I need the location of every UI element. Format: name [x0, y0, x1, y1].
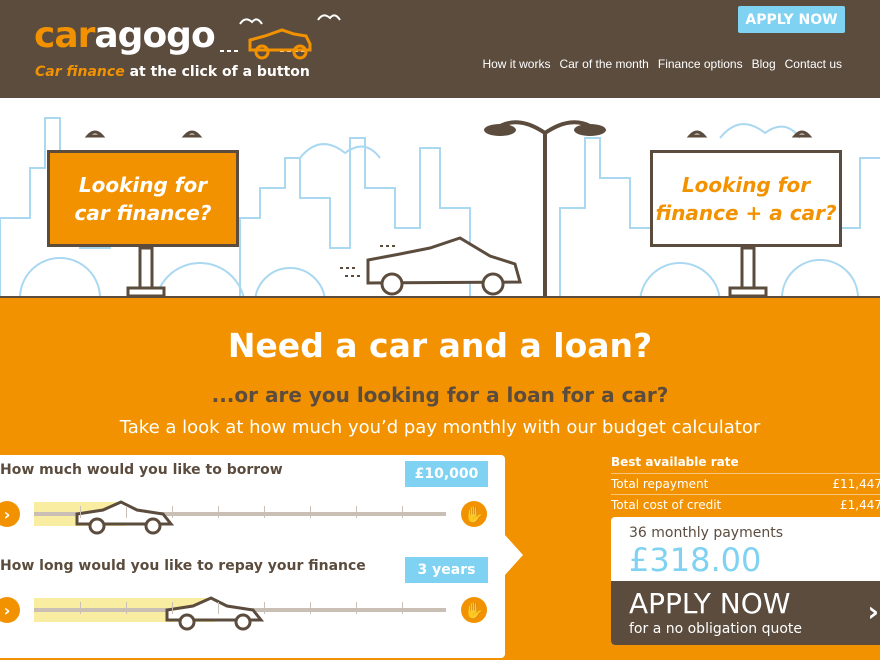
repay-question: How long would you like to repay your fi… — [0, 558, 366, 574]
logo-wordmark: caragogo — [34, 15, 216, 56]
slider-tick — [356, 602, 357, 614]
slider-tick — [402, 602, 403, 614]
chevron-right-icon: › — [867, 595, 879, 628]
apply-now-button[interactable]: APPLY NOW — [738, 6, 845, 33]
borrow-slider-handle[interactable] — [73, 496, 177, 536]
slider-tick — [126, 602, 127, 614]
borrow-amount-badge: £10,000 — [405, 461, 488, 487]
nav-finance-options[interactable]: Finance options — [658, 57, 743, 71]
nav-car-of-the-month[interactable]: Car of the month — [559, 57, 648, 71]
monthly-payments-label: 36 monthly payments — [629, 525, 783, 541]
page-subtitle: ...or are you looking for a loan for a c… — [211, 383, 669, 407]
slider-tick — [310, 506, 311, 518]
repay-increase-button[interactable]: ✋ — [461, 597, 487, 623]
lead-text: Take a look at how much you’d pay monthl… — [119, 417, 761, 438]
apply-now-title: APPLY NOW — [629, 587, 791, 620]
hero-banner: Looking for car finance? Looking for finan… — [0, 98, 880, 298]
repay-slider-handle[interactable] — [163, 592, 267, 632]
apply-now-quote-button[interactable]: APPLY NOW for a no obligation quote › — [611, 581, 880, 645]
slider-tick — [402, 506, 403, 518]
slider-tick — [356, 506, 357, 518]
slider-tick — [264, 506, 265, 518]
tagline: Car finance at the click of a button — [35, 64, 310, 80]
nav-blog[interactable]: Blog — [752, 57, 776, 71]
billboard-finance-plus-car: Looking for finance + a car? — [650, 150, 842, 247]
repay-term-badge: 3 years — [405, 557, 488, 583]
total-repayment-label: Total repayment — [611, 477, 709, 491]
slider-tick — [80, 506, 81, 518]
billboard-car-finance: Looking for car finance? — [47, 150, 239, 247]
slider-tick — [172, 602, 173, 614]
slider-tick — [218, 506, 219, 518]
slider-tick — [172, 506, 173, 518]
page-title: Need a car and a loan? — [227, 326, 653, 365]
slider-tick — [218, 602, 219, 614]
monthly-payment-card: 36 monthly payments £318.00 APPLY NOW fo… — [611, 517, 880, 645]
slider-tick — [264, 602, 265, 614]
nav-how-it-works[interactable]: How it works — [482, 57, 550, 71]
total-repayment-row: Total repayment £11,447 — [611, 473, 880, 494]
total-cost-label: Total cost of credit — [611, 498, 722, 512]
logo[interactable]: caragogo Car finance at the click of a b… — [34, 14, 341, 80]
apply-now-subtext: for a no obligation quote — [629, 621, 803, 637]
slider-tick — [80, 602, 81, 614]
borrow-increase-button[interactable]: ✋ — [461, 501, 487, 527]
slider-tick — [310, 602, 311, 614]
calculator-pointer — [505, 535, 523, 575]
main-nav: How it works Car of the month Finance op… — [482, 57, 842, 71]
logo-car-icon — [220, 14, 341, 60]
total-repayment-value: £11,447 — [832, 477, 880, 491]
nav-contact-us[interactable]: Contact us — [785, 57, 842, 71]
total-cost-row: Total cost of credit £1,447 — [611, 494, 880, 515]
monthly-payment-amount: £318.00 — [629, 541, 762, 579]
total-cost-value: £1,447 — [840, 498, 880, 512]
borrow-question: How much would you like to borrow — [0, 462, 283, 478]
slider-tick — [126, 506, 127, 518]
site-header: caragogo Car finance at the click of a b… — [0, 0, 880, 98]
best-rate-heading: Best available rate — [611, 455, 739, 469]
